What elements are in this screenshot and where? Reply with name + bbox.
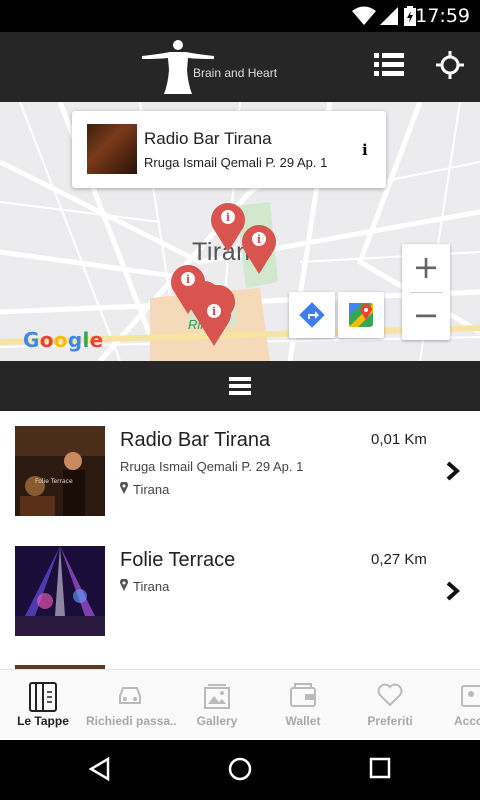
zoom-in-button[interactable]: + [402,244,450,292]
place-distance: 0,27 Km [371,551,427,568]
chevron-right-icon[interactable] [446,461,460,481]
back-icon[interactable] [88,757,112,781]
tab-account[interactable]: Acco [434,670,480,740]
app-header: Brain and Heart [0,32,480,102]
google-attribution: Google [23,328,104,352]
directions-icon [299,302,325,328]
heart-icon [377,683,403,707]
wifi-icon [352,6,376,25]
tab-label: Preferiti [367,714,413,728]
svg-text:i: i [226,211,230,224]
map-view[interactable]: Radio Bar Tirana Rruga Ismail Qemali P. … [0,102,480,361]
svg-text:Folie Terrace: Folie Terrace [35,478,73,485]
location-pin-icon [120,579,128,591]
signal-icon [380,7,398,25]
list-item[interactable]: Folie Terrace Radio Bar Tirana Rruga Ism… [0,411,480,531]
logo-text: Brain and Heart [193,66,278,80]
place-photo [15,546,105,636]
info-icon[interactable]: i [362,141,368,159]
google-maps-icon [349,303,373,327]
status-bar: 17:59 [0,0,480,32]
tab-wallet[interactable]: Wallet [260,670,346,740]
battery-icon [404,6,416,26]
map-book-icon [29,682,57,712]
image-icon [204,684,230,709]
tab-label: Wallet [285,714,321,728]
place-address: Rruga Ismail Qemali P. 29 Ap. 1 [144,155,328,170]
places-list: Folie Terrace Radio Bar Tirana Rruga Ism… [0,411,480,669]
map-pin-icon[interactable]: i [241,222,277,274]
directions-button[interactable] [289,292,335,338]
status-time: 17:59 [415,5,470,27]
tab-label: Acco [454,714,480,728]
tab-richiedi-passaggio[interactable]: Richiedi passa.. [86,670,177,740]
list-item[interactable]: Folie Terrace Tirana 0,27 Km [0,531,480,651]
place-thumbnail [87,124,137,174]
selected-place-card[interactable]: Radio Bar Tirana Rruga Ismail Qemali P. … [72,111,386,188]
place-name: Folie Terrace [120,549,236,571]
tab-gallery[interactable]: Gallery [174,670,260,740]
tab-le-tappe[interactable]: Le Tappe [0,670,86,740]
place-photo: Folie Terrace [15,426,105,516]
list-view-icon[interactable] [374,52,404,78]
tab-label: Richiedi passa.. [86,714,177,728]
place-city: Tirana [120,482,169,497]
svg-text:i: i [257,233,261,246]
place-address: Rruga Ismail Qemali P. 29 Ap. 1 [120,459,304,474]
account-icon [461,685,480,707]
my-location-icon[interactable] [436,51,464,79]
place-city-label: Tirana [133,579,170,594]
location-pin-icon [120,482,128,494]
zoom-controls: + − [402,244,450,340]
system-navigation-bar [0,740,480,800]
tab-label: Le Tappe [17,714,69,728]
car-icon [119,687,141,704]
wallet-icon [290,683,316,707]
place-city-label: Tirana [133,482,170,497]
hamburger-menu-icon[interactable] [229,376,251,396]
tab-preferiti[interactable]: Preferiti [346,670,434,740]
bottom-tab-bar: Le Tappe Richiedi passa.. Gallery Wallet… [0,669,480,739]
place-name: Radio Bar Tirana [120,429,271,451]
tab-label: Gallery [196,714,238,728]
svg-text:i: i [212,305,216,318]
open-in-maps-button[interactable] [338,292,384,338]
map-pin-icon[interactable]: i [196,294,232,346]
zoom-out-button[interactable]: − [402,292,450,340]
place-distance: 0,01 Km [371,431,427,448]
chevron-right-icon[interactable] [446,581,460,601]
place-name: Radio Bar Tirana [144,129,272,148]
place-city: Tirana [120,579,169,594]
home-icon[interactable] [228,757,252,781]
list-toggle-bar[interactable] [0,361,480,411]
recents-icon[interactable] [369,757,391,779]
